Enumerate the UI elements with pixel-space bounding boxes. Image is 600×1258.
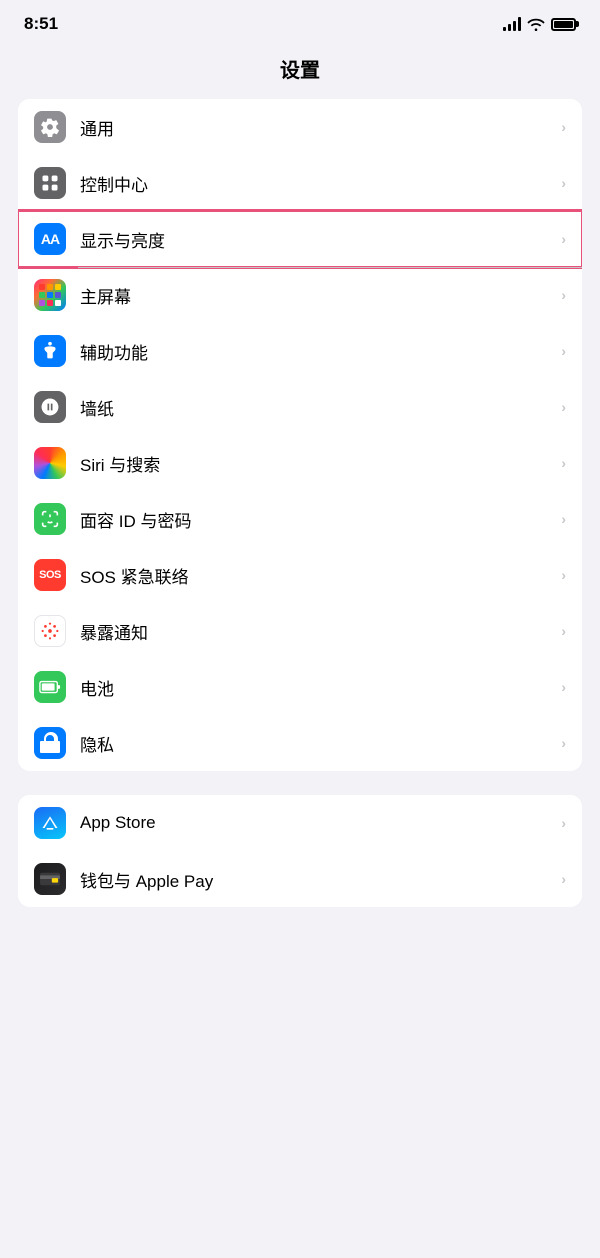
display-label: 显示与亮度 — [80, 227, 555, 252]
siri-label: Siri 与搜索 — [80, 451, 555, 476]
privacy-chevron: › — [561, 735, 566, 751]
settings-row-wallet[interactable]: 钱包与 Apple Pay › — [18, 851, 582, 907]
settings-row-accessibility[interactable]: 辅助功能 › — [18, 323, 582, 379]
settings-row-battery[interactable]: 电池 › — [18, 659, 582, 715]
appstore-icon — [34, 807, 66, 839]
wifi-icon — [527, 17, 545, 31]
settings-group-1: 通用 › 控制中心 › AA 显示与亮度 › — [18, 99, 582, 771]
homescreen-chevron: › — [561, 287, 566, 303]
sos-label: SOS 紧急联络 — [80, 563, 555, 588]
privacy-label: 隐私 — [80, 731, 555, 756]
status-bar: 8:51 — [0, 0, 600, 42]
faceid-label: 面容 ID 与密码 — [80, 507, 555, 532]
battery-label: 电池 — [80, 675, 555, 700]
faceid-icon — [34, 503, 66, 535]
status-icons — [503, 17, 576, 31]
control-center-label: 控制中心 — [80, 171, 555, 196]
wallpaper-icon — [34, 391, 66, 423]
sos-chevron: › — [561, 567, 566, 583]
exposure-chevron: › — [561, 623, 566, 639]
status-time: 8:51 — [24, 14, 58, 34]
wallet-label: 钱包与 Apple Pay — [80, 867, 555, 892]
homescreen-icon — [34, 279, 66, 311]
accessibility-icon — [34, 335, 66, 367]
battery-icon-row — [34, 671, 66, 703]
display-chevron: › — [561, 231, 566, 247]
settings-row-siri[interactable]: Siri 与搜索 › — [18, 435, 582, 491]
display-icon: AA — [34, 223, 66, 255]
general-icon — [34, 111, 66, 143]
privacy-icon — [34, 727, 66, 759]
settings-row-wallpaper[interactable]: 墙纸 › — [18, 379, 582, 435]
faceid-chevron: › — [561, 511, 566, 527]
settings-row-general[interactable]: 通用 › — [18, 99, 582, 155]
wallet-chevron: › — [561, 871, 566, 887]
settings-row-display[interactable]: AA 显示与亮度 › — [18, 211, 582, 267]
control-center-icon — [34, 167, 66, 199]
settings-row-sos[interactable]: SOS SOS 紧急联络 › — [18, 547, 582, 603]
homescreen-label: 主屏幕 — [80, 283, 555, 308]
wallpaper-chevron: › — [561, 399, 566, 415]
page-title: 设置 — [0, 42, 600, 99]
siri-chevron: › — [561, 455, 566, 471]
sos-icon: SOS — [34, 559, 66, 591]
appstore-label: App Store — [80, 813, 555, 833]
general-label: 通用 — [80, 115, 555, 140]
settings-row-homescreen[interactable]: 主屏幕 › — [18, 267, 582, 323]
settings-row-privacy[interactable]: 隐私 › — [18, 715, 582, 771]
settings-row-faceid[interactable]: 面容 ID 与密码 › — [18, 491, 582, 547]
settings-row-exposure[interactable]: 暴露通知 › — [18, 603, 582, 659]
exposure-icon — [34, 615, 66, 647]
battery-chevron: › — [561, 679, 566, 695]
settings-row-control-center[interactable]: 控制中心 › — [18, 155, 582, 211]
wallpaper-label: 墙纸 — [80, 395, 555, 420]
general-chevron: › — [561, 119, 566, 135]
exposure-label: 暴露通知 — [80, 619, 555, 644]
wallet-icon — [34, 863, 66, 895]
control-center-chevron: › — [561, 175, 566, 191]
siri-icon — [34, 447, 66, 479]
battery-status-icon — [551, 18, 576, 31]
signal-icon — [503, 17, 521, 31]
settings-row-appstore[interactable]: App Store › — [18, 795, 582, 851]
settings-group-2: App Store › 钱包与 Apple Pay › — [18, 795, 582, 907]
accessibility-chevron: › — [561, 343, 566, 359]
accessibility-label: 辅助功能 — [80, 339, 555, 364]
appstore-chevron: › — [561, 815, 566, 831]
